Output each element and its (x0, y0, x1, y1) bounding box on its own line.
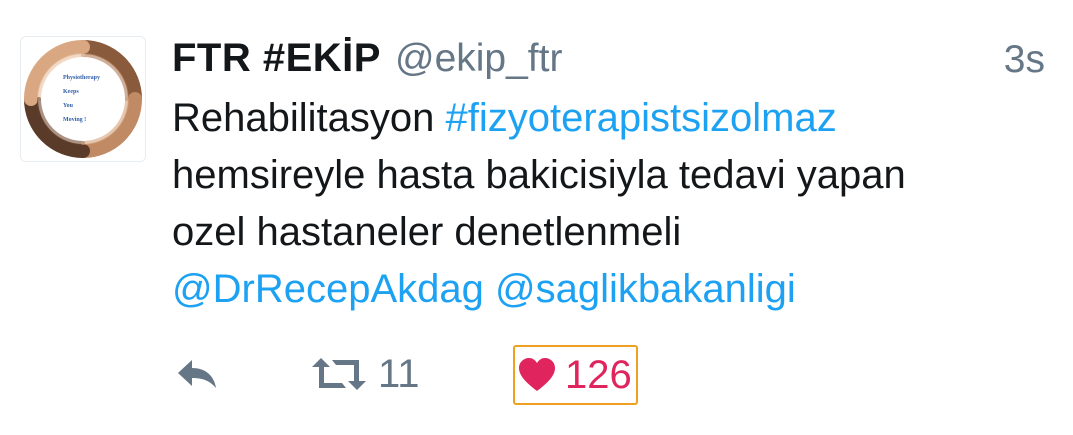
hashtag-link[interactable]: #fizyoterapistsizolmaz (446, 96, 837, 140)
reply-icon (178, 360, 216, 388)
like-count: 126 (565, 352, 632, 397)
mention-link[interactable]: @DrRecepAkdag (172, 267, 484, 311)
retweet-count: 11 (378, 351, 420, 396)
retweet-icon (312, 358, 366, 390)
tweet-text-line: Rehabilitasyon #fizyoterapistsizolmaz (172, 90, 1032, 147)
tweet-mentions-line: @DrRecepAkdag @saglikbakanligi (172, 261, 1032, 318)
timestamp[interactable]: 3s (1004, 38, 1045, 82)
user-handle[interactable]: @ekip_ftr (395, 37, 562, 81)
display-name[interactable]: FTR #EKİP (172, 36, 381, 81)
tweet-actions: 11 126 (172, 345, 772, 405)
like-button[interactable]: 126 (513, 345, 638, 405)
avatar-text-line: You (63, 103, 74, 109)
avatar[interactable]: Physiotherapy Keeps You Moving ! (20, 36, 146, 162)
avatar-text-line: Physiotherapy (63, 75, 101, 81)
tweet-text: Rehabilitasyon #fizyoterapistsizolmaz he… (172, 90, 1032, 318)
tweet-text-plain: Rehabilitasyon (172, 96, 446, 140)
tweet-header: FTR #EKİP @ekip_ftr (172, 36, 562, 86)
heart-icon (519, 358, 555, 391)
retweet-button[interactable]: 11 (310, 345, 420, 403)
avatar-text-line: Keeps (63, 89, 79, 95)
mention-link[interactable]: @saglikbakanligi (495, 267, 796, 311)
tweet-text-line: ozel hastaneler denetlenmeli (172, 210, 682, 254)
avatar-logo-text: Physiotherapy Keeps You Moving ! (63, 71, 113, 127)
avatar-text-line: Moving ! (63, 117, 87, 123)
tweet-text-line: hemsireyle hasta bakicisiyla tedavi yapa… (172, 153, 906, 197)
reply-button[interactable] (174, 345, 220, 403)
